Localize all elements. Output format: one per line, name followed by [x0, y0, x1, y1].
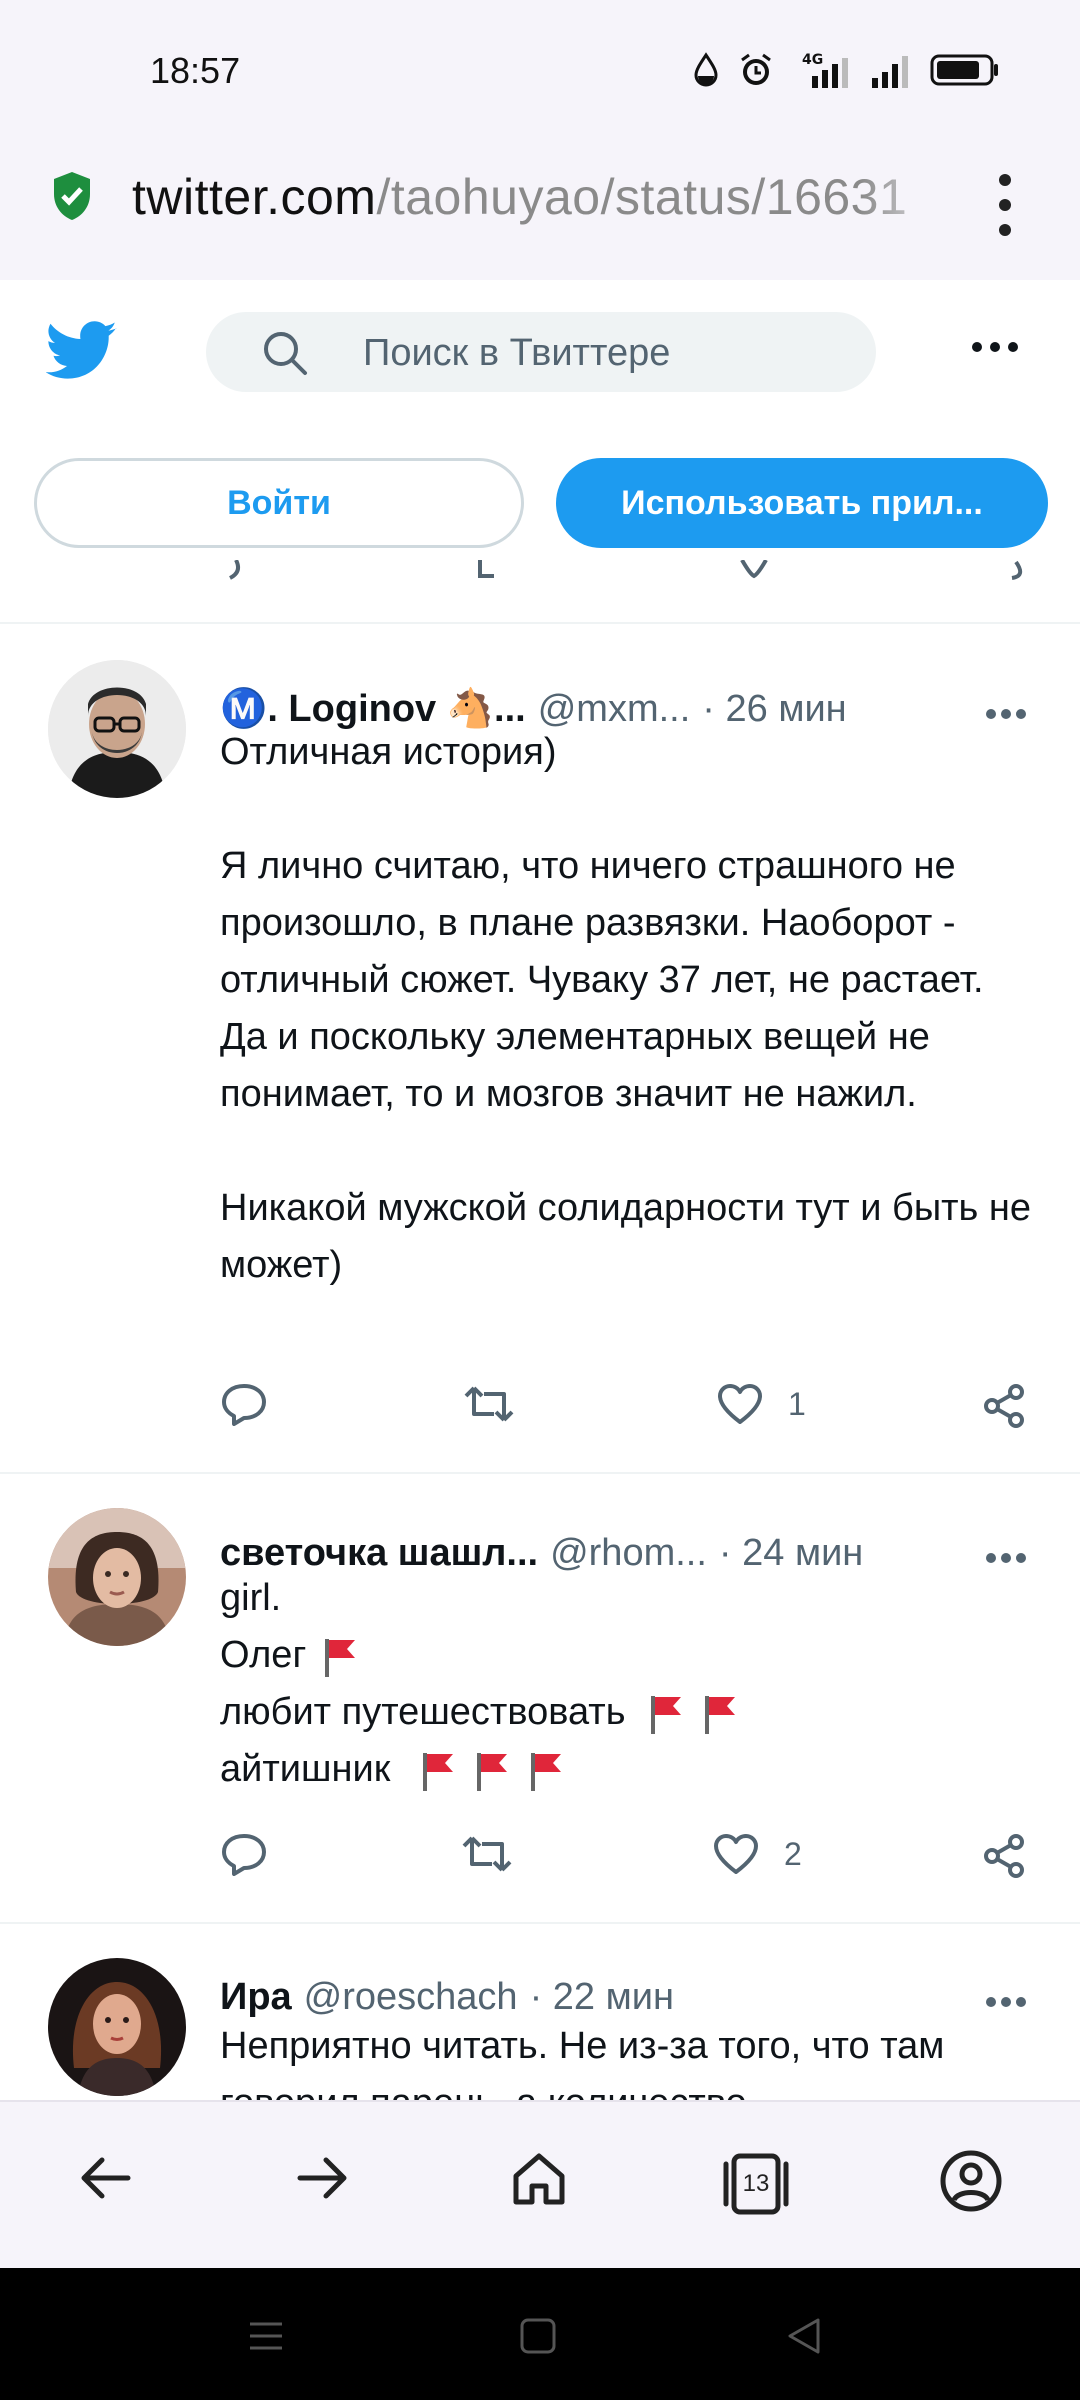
- login-button[interactable]: Войти: [34, 458, 524, 548]
- heart-icon: [714, 1834, 758, 1874]
- author-name[interactable]: светочка шашл...: [220, 1532, 538, 1575]
- share-icon: [984, 1384, 1024, 1428]
- author-name[interactable]: Ира: [220, 1976, 292, 2019]
- tabs-button[interactable]: 13: [720, 2148, 792, 2220]
- like-button[interactable]: 1: [716, 1382, 806, 1426]
- tweet-more-icon[interactable]: [985, 708, 1027, 720]
- twitter-bird-icon[interactable]: [46, 320, 118, 382]
- tweet-time[interactable]: · 22 мин: [530, 1976, 674, 2019]
- retweet-button[interactable]: [462, 1382, 516, 1426]
- search-box[interactable]: Поиск в Твиттере: [206, 312, 876, 392]
- share-icon: [984, 1834, 1024, 1878]
- svg-text:4G: 4G: [802, 52, 823, 68]
- more-options-icon[interactable]: [970, 340, 1020, 354]
- home-icon[interactable]: [508, 2148, 570, 2210]
- share-button[interactable]: [980, 1832, 1028, 1880]
- red-flag-icon: [477, 1752, 508, 1791]
- drop-icon: [694, 52, 718, 87]
- use-app-button[interactable]: Использовать прил...: [556, 458, 1048, 548]
- retweet-icon: [462, 1836, 512, 1872]
- search-icon: [264, 332, 307, 375]
- battery-icon: [930, 54, 998, 86]
- tweet-actions: 2: [220, 1832, 1040, 1892]
- retweet-icon: [464, 1386, 514, 1422]
- reply-button[interactable]: [220, 1832, 268, 1876]
- twitter-header: Поиск в Твиттере Войти Использовать прил…: [0, 280, 1080, 580]
- home-system-icon[interactable]: [518, 2316, 558, 2356]
- tweet-line: Олег: [220, 1634, 307, 1676]
- like-count: 1: [788, 1385, 806, 1422]
- author-handle[interactable]: @rhom...: [550, 1532, 707, 1575]
- url-fade: [860, 160, 960, 240]
- alarm-icon: [741, 53, 771, 85]
- status-time: 18:57: [150, 50, 241, 91]
- browser-bottom-nav: 13: [0, 2100, 1080, 2268]
- previous-tweet-actions: [0, 560, 1080, 584]
- tweet-text: girl. Олег любит путешествовать айтишник: [220, 1570, 1040, 1798]
- forward-arrow-icon[interactable]: [292, 2148, 352, 2208]
- back-system-icon[interactable]: [784, 2316, 824, 2356]
- tab-count: 13: [742, 2170, 770, 2197]
- reply-button[interactable]: [220, 1382, 268, 1426]
- red-flag-icon: [423, 1752, 454, 1791]
- like-count: 2: [784, 1835, 802, 1872]
- tweet-more-icon[interactable]: [985, 1552, 1027, 1564]
- back-arrow-icon[interactable]: [76, 2148, 136, 2208]
- avatar[interactable]: [48, 1508, 186, 1646]
- avatar[interactable]: [48, 1958, 186, 2096]
- heart-icon: [718, 1384, 762, 1424]
- secure-shield-icon[interactable]: [50, 170, 94, 222]
- tweet-line-with-flags: Олег: [220, 1627, 1040, 1684]
- tweet[interactable]: светочка шашл... @rhom... · 24 мин girl.…: [0, 1474, 1080, 1924]
- author-handle[interactable]: @roeschach: [304, 1976, 518, 2019]
- browser-menu-icon[interactable]: [990, 170, 1020, 240]
- red-flag-icon: [531, 1752, 562, 1791]
- status-bar: 18:57 4G: [0, 0, 1080, 130]
- tweet-line: айтишник: [220, 1748, 391, 1790]
- system-nav-bar: [0, 2268, 1080, 2400]
- signal-icon: [872, 56, 908, 88]
- url-text[interactable]: twitter.com/taohuyao/status/16631: [132, 168, 952, 226]
- tweet[interactable]: Ира @roeschach · 22 мин Неприятно читать…: [0, 1924, 1080, 2100]
- red-flag-icon: [325, 1638, 356, 1677]
- tweet-line: любит путешествовать: [220, 1691, 626, 1733]
- tweet-line-with-flags: айтишник: [220, 1741, 1040, 1798]
- avatar[interactable]: [48, 660, 186, 798]
- tweet-text: Неприятно читать. Не из-за того, что там…: [220, 2025, 945, 2100]
- recent-apps-icon[interactable]: [246, 2316, 286, 2356]
- reply-icon: [222, 1384, 266, 1426]
- tweet-actions: 1: [220, 1382, 1040, 1442]
- tweet-line: girl.: [220, 1577, 282, 1619]
- tweet-header: Ира @roeschach · 22 мин: [220, 1972, 674, 2022]
- signal-4g-icon: 4G: [802, 52, 848, 88]
- red-flag-icon: [704, 1695, 735, 1734]
- tweet-time[interactable]: · 24 мин: [719, 1532, 863, 1575]
- status-icons: 4G: [692, 50, 1000, 90]
- like-button[interactable]: 2: [712, 1832, 802, 1876]
- reply-icon: [222, 1834, 266, 1876]
- share-button[interactable]: [980, 1382, 1028, 1430]
- search-placeholder: Поиск в Твиттере: [363, 332, 671, 374]
- tweet-line-with-flags: любит путешествовать: [220, 1684, 1040, 1741]
- tweet[interactable]: Ⓜ️. Loginov 🐴... @mxm... · 26 мин Отличн…: [0, 624, 1080, 1472]
- tweet-text: Отличная история) Я лично считаю, что ни…: [220, 731, 1032, 1286]
- account-icon[interactable]: [938, 2148, 1004, 2214]
- retweet-button[interactable]: [460, 1832, 514, 1876]
- red-flag-icon: [650, 1695, 681, 1734]
- tweet-more-icon[interactable]: [985, 1996, 1027, 2008]
- browser-url-bar[interactable]: twitter.com/taohuyao/status/16631: [0, 130, 1080, 280]
